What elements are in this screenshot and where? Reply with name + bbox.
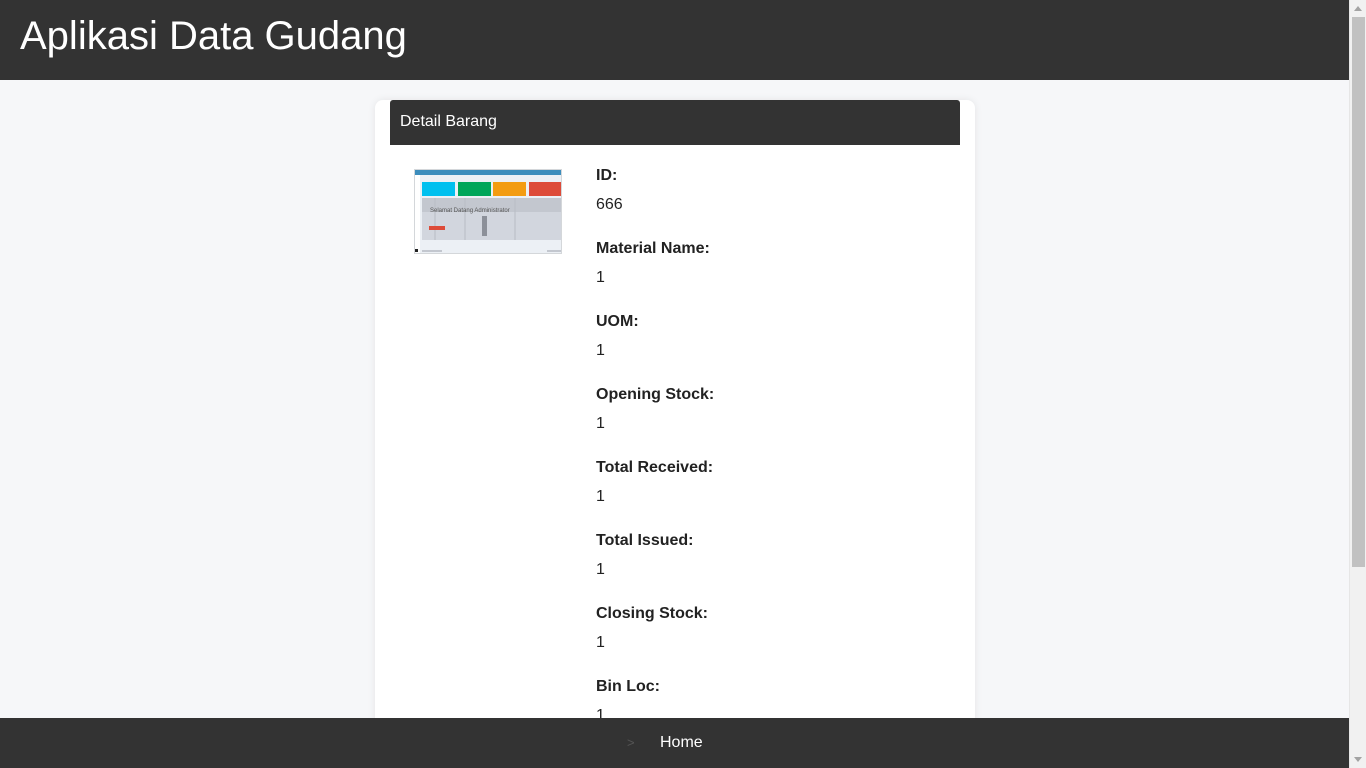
- footer-bar: > Home: [0, 718, 1349, 768]
- detail-card: Detail Barang Selamat Datang Administrat…: [375, 100, 975, 768]
- field-uom: UOM: 1: [596, 312, 936, 385]
- thumbnail-caption: Selamat Datang Administrator: [430, 208, 510, 214]
- field-label: Bin Loc:: [596, 678, 660, 695]
- scroll-up-arrow-icon[interactable]: [1350, 0, 1366, 17]
- field-label: Opening Stock:: [596, 386, 715, 403]
- field-opening-stock: Opening Stock: 1: [596, 385, 936, 458]
- field-label: UOM:: [596, 313, 639, 330]
- field-label: Total Issued:: [596, 532, 694, 549]
- field-value: 1: [596, 269, 605, 286]
- browser-viewport: Aplikasi Data Gudang Detail Barang Selam…: [0, 0, 1366, 768]
- field-total-received: Total Received: 1: [596, 458, 936, 531]
- detail-fields: ID: 666 Material Name: 1 UOM: 1 Opening …: [596, 166, 936, 750]
- item-image: Selamat Datang Administrator: [414, 169, 562, 254]
- breadcrumb-separator: >: [627, 735, 635, 750]
- field-label: ID:: [596, 167, 618, 184]
- field-value: 666: [596, 196, 623, 213]
- home-link[interactable]: Home: [660, 732, 703, 754]
- vertical-scrollbar[interactable]: [1349, 0, 1366, 768]
- field-material-name: Material Name: 1: [596, 239, 936, 312]
- top-header-bar: Aplikasi Data Gudang: [0, 0, 1349, 80]
- field-label: Material Name:: [596, 240, 710, 257]
- field-value: 1: [596, 342, 605, 359]
- page: Aplikasi Data Gudang Detail Barang Selam…: [0, 0, 1349, 768]
- field-id: ID: 666: [596, 166, 936, 239]
- field-value: 1: [596, 634, 605, 651]
- field-closing-stock: Closing Stock: 1: [596, 604, 936, 677]
- scrollbar-thumb[interactable]: [1352, 17, 1365, 567]
- field-label: Closing Stock:: [596, 605, 709, 622]
- scroll-down-arrow-icon[interactable]: [1350, 751, 1366, 768]
- field-value: 1: [596, 561, 605, 578]
- field-total-issued: Total Issued: 1: [596, 531, 936, 604]
- field-value: 1: [596, 488, 605, 505]
- card-header: Detail Barang: [390, 100, 960, 145]
- field-label: Total Received:: [596, 459, 714, 476]
- app-title: Aplikasi Data Gudang: [20, 14, 407, 58]
- card-title: Detail Barang: [400, 113, 497, 130]
- field-value: 1: [596, 415, 605, 432]
